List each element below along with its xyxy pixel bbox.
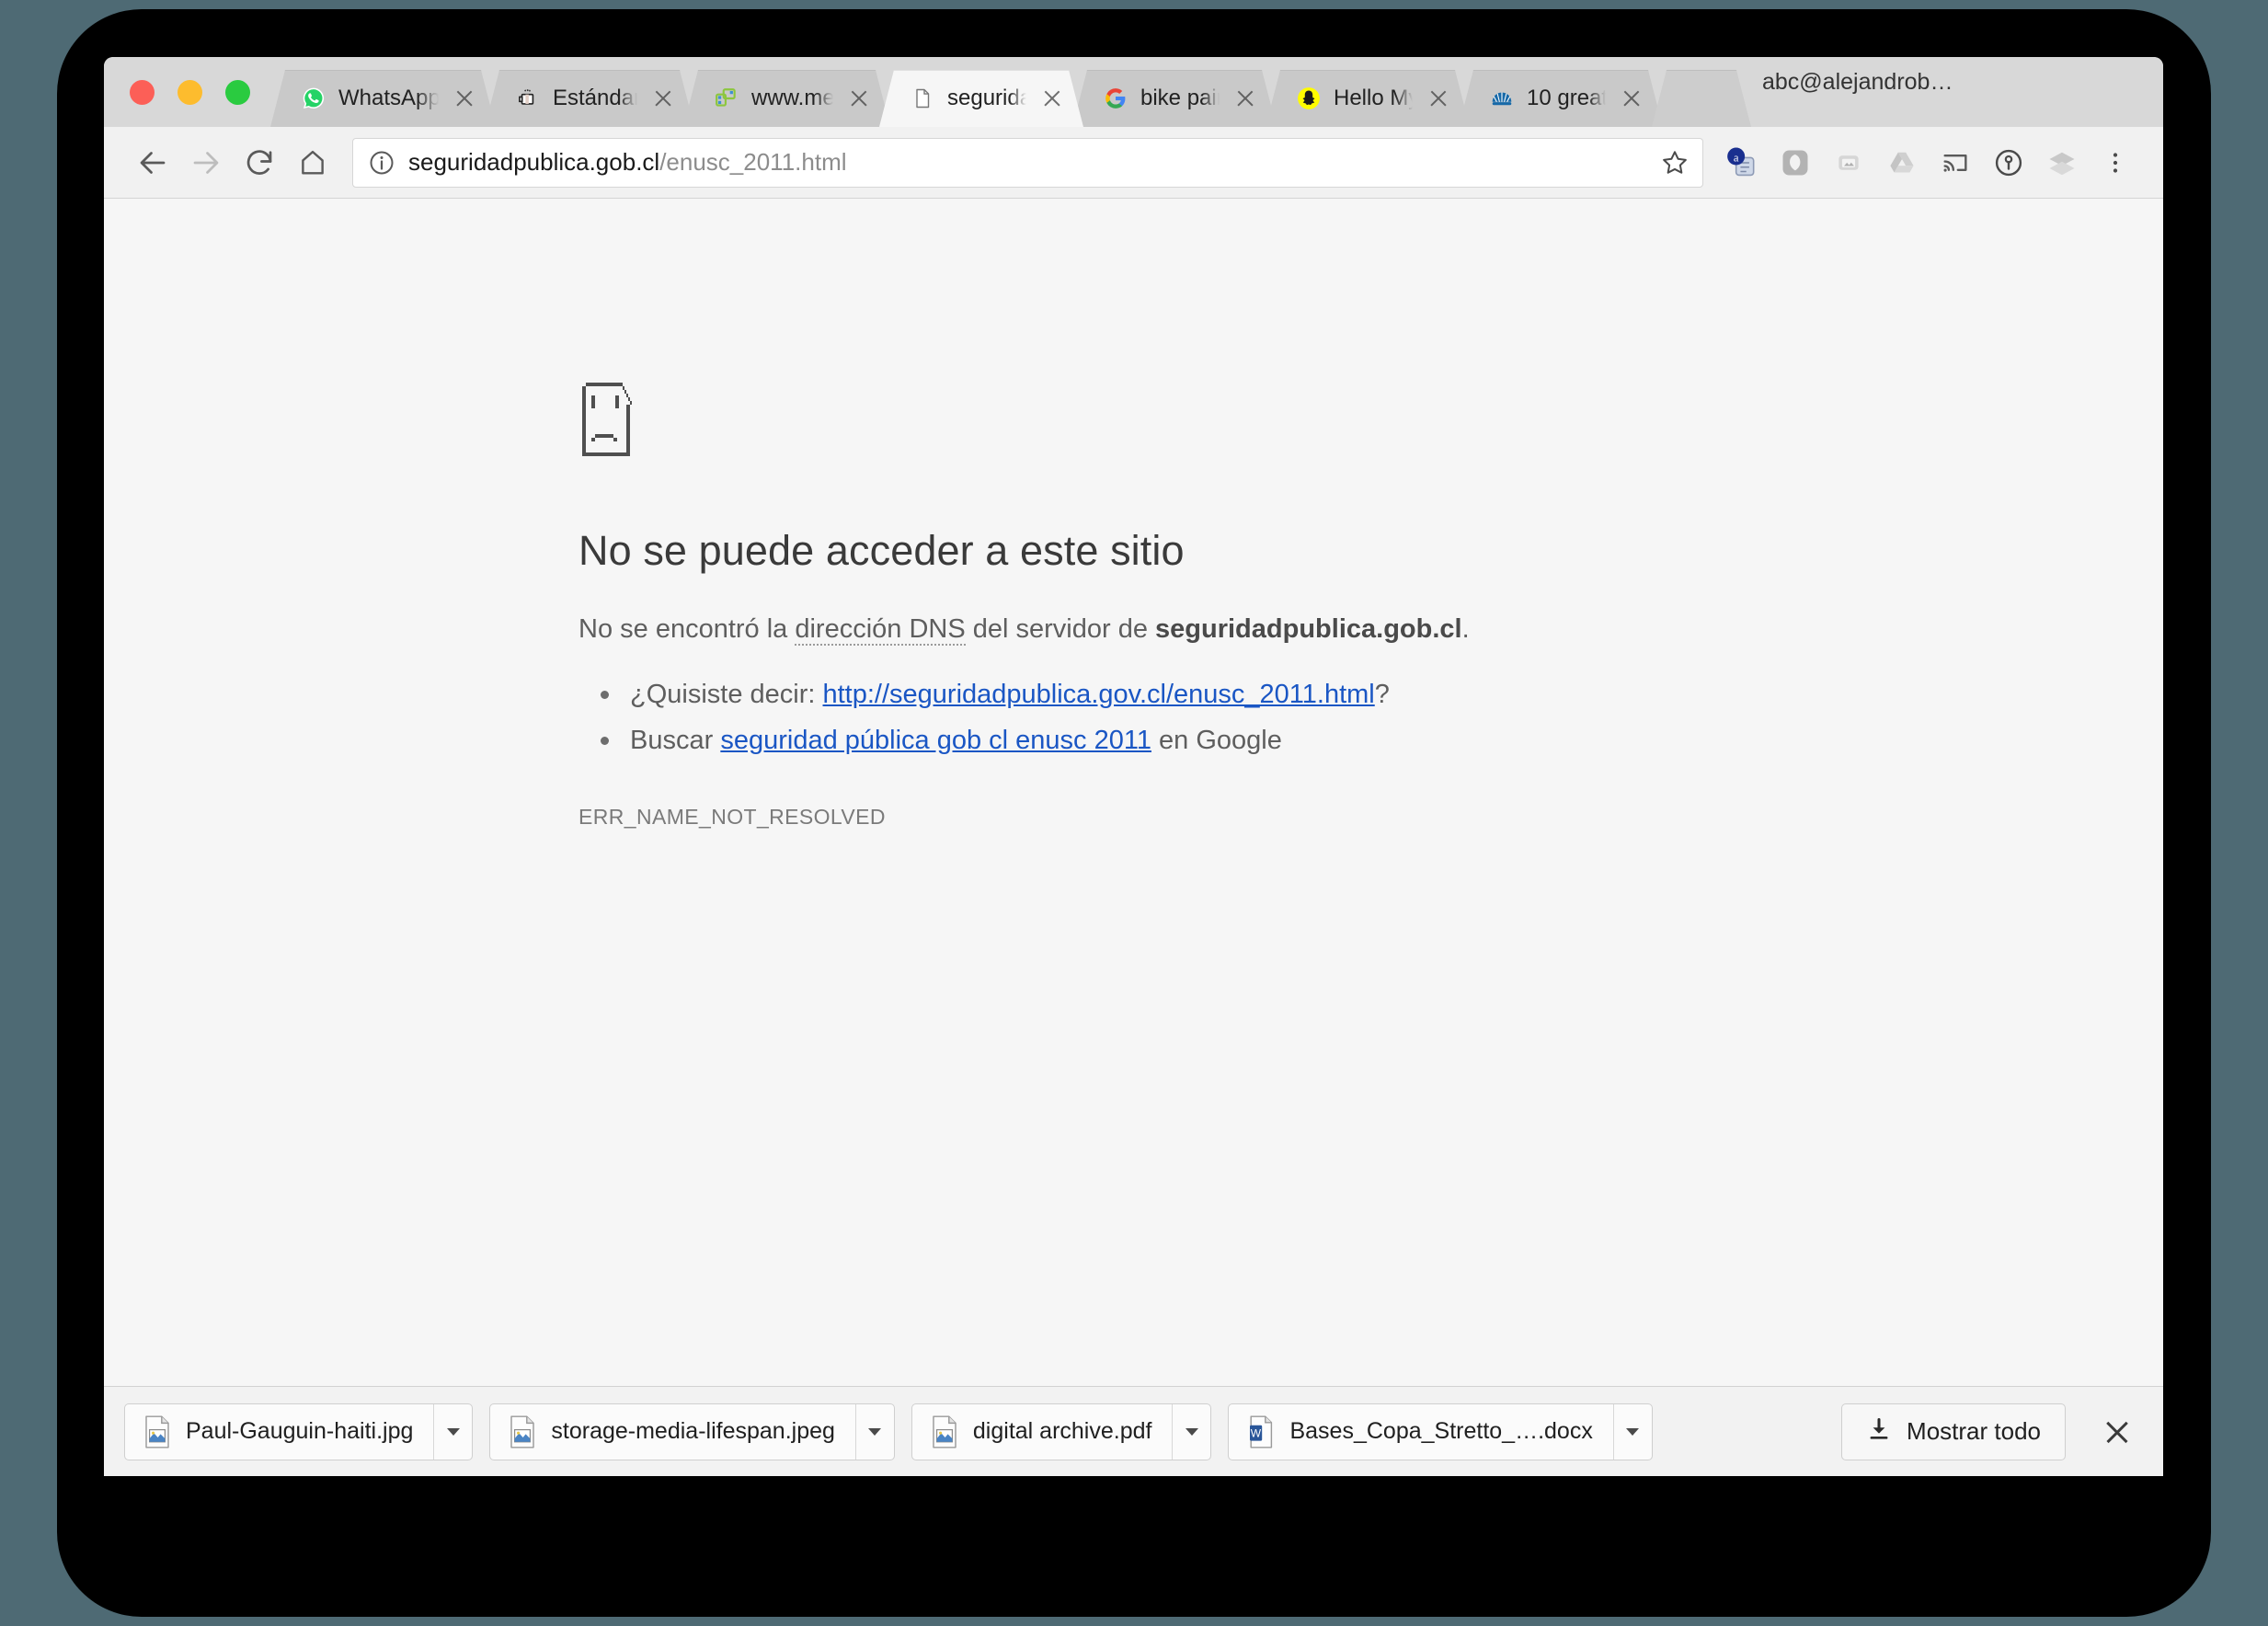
generic-page-icon [911, 86, 934, 110]
sad-page-icon [578, 379, 1774, 464]
download-item[interactable]: digital archive.pdf [911, 1403, 1212, 1460]
suggestion-suffix: ? [1374, 680, 1390, 710]
download-filename: Bases_Copa_Stretto_….docx [1289, 1418, 1593, 1444]
tab-title: seguridadpu [947, 86, 1026, 110]
snapchat-ghost-icon [1297, 86, 1321, 110]
close-tab-button[interactable] [650, 86, 676, 111]
tab-title: WhatsApp [338, 86, 439, 110]
word-file-icon: W [1245, 1414, 1277, 1449]
address-bar-text[interactable]: seguridadpublica.gob.cl/enusc_2011.html [408, 148, 1647, 177]
image-file-icon [507, 1414, 538, 1449]
bookmark-star-icon[interactable] [1660, 148, 1690, 177]
download-filename: digital archive.pdf [972, 1418, 1152, 1444]
suggested-url-link[interactable]: http://seguridadpublica.gov.cl/enusc_201… [823, 680, 1375, 709]
download-item[interactable]: W Bases_Copa_Stretto_….docx [1228, 1403, 1653, 1460]
translate-extension-icon[interactable]: a [1718, 139, 1766, 187]
tab-whatsapp[interactable]: WhatsApp [270, 70, 496, 127]
mercado-libre-icon [715, 86, 739, 110]
error-heading: No se puede acceder a este sitio [578, 527, 1185, 574]
chrome-menu-button[interactable] [2091, 139, 2139, 187]
svg-text:W: W [1251, 1426, 1262, 1439]
whatsapp-icon [302, 86, 326, 110]
download-filename: Paul-Gauguin-haiti.jpg [186, 1418, 414, 1444]
info-circle-icon[interactable] [368, 149, 395, 177]
image-file-icon [929, 1414, 960, 1449]
close-tab-button[interactable] [846, 86, 872, 111]
close-tab-button[interactable] [1619, 86, 1644, 111]
maximize-window-button[interactable] [225, 79, 250, 105]
minimize-window-button[interactable] [178, 79, 202, 105]
show-all-label: Mostrar todo [1907, 1417, 2041, 1445]
tab-title: www.mercad [751, 86, 833, 110]
google-search-link[interactable]: seguridad pública gob cl enusc 2011 [720, 726, 1151, 755]
onepassword-icon[interactable] [1985, 139, 2033, 187]
suggestion-search-google: Buscar seguridad pública gob cl enusc 20… [601, 718, 1774, 764]
shield-extension-icon[interactable] [1771, 139, 1819, 187]
svg-text:a: a [1734, 151, 1739, 164]
address-bar-domain: seguridadpublica.gob.cl [408, 148, 660, 176]
downloads-bar: Paul-Gauguin-haiti.jpg storage-media-lif… [104, 1386, 2163, 1476]
screenshot-extension-icon[interactable] [1825, 139, 1873, 187]
google-drive-icon[interactable] [1878, 139, 1926, 187]
tab-10-great-ways[interactable]: 10 great way [1459, 70, 1663, 127]
suggestion-suffix: en Google [1151, 725, 1282, 755]
tab-mercadolibre[interactable]: www.mercad [683, 70, 890, 127]
close-tab-button[interactable] [1232, 86, 1258, 111]
tab-strip: WhatsApp Estándares C [104, 57, 2163, 127]
download-filename: storage-media-lifespan.jpeg [551, 1418, 835, 1444]
tab-title: 10 great way [1527, 86, 1606, 110]
window-controls [104, 57, 270, 127]
cast-icon[interactable] [1931, 139, 1979, 187]
close-tab-button[interactable] [1039, 86, 1065, 111]
summary-text-middle: del servidor de [965, 614, 1156, 644]
error-container: No se puede acceder a este sitio No se e… [578, 379, 1774, 830]
download-item[interactable]: storage-media-lifespan.jpeg [489, 1403, 895, 1460]
show-all-downloads-button[interactable]: Mostrar todo [1841, 1403, 2066, 1460]
summary-text-after: . [1461, 614, 1470, 644]
new-tab-shape [1652, 70, 1751, 127]
browser-window: WhatsApp Estándares C [104, 57, 2163, 1476]
dns-term: dirección DNS [795, 614, 966, 646]
tab-title: bike paint my [1140, 86, 1220, 110]
summary-domain: seguridadpublica.gob.cl [1155, 614, 1462, 644]
address-bar[interactable]: seguridadpublica.gob.cl/enusc_2011.html [352, 137, 1703, 188]
browser-toolbar: seguridadpublica.gob.cl/enusc_2011.html … [104, 127, 2163, 199]
layers-extension-icon[interactable] [2038, 139, 2086, 187]
new-tab-button[interactable] [1652, 70, 1751, 127]
reload-button[interactable] [233, 136, 286, 189]
image-file-icon [142, 1414, 173, 1449]
download-item[interactable]: Paul-Gauguin-haiti.jpg [124, 1403, 474, 1460]
download-menu-button[interactable] [433, 1403, 472, 1460]
back-button[interactable] [126, 136, 179, 189]
suggestion-prefix: ¿Quisiste decir: [630, 680, 823, 710]
profile-name-label[interactable]: abc@alejandrob… [1755, 69, 1953, 116]
tab-bike-paint[interactable]: bike paint my [1072, 70, 1277, 127]
close-tab-button[interactable] [1426, 86, 1451, 111]
download-menu-button[interactable] [1612, 1403, 1652, 1460]
coffee-cup-icon [516, 86, 540, 110]
close-window-button[interactable] [130, 79, 155, 105]
error-code: ERR_NAME_NOT_RESOLVED [578, 804, 886, 829]
home-button[interactable] [286, 136, 339, 189]
suggestion-did-you-mean: ¿Quisiste decir: http://seguridadpublica… [601, 672, 1774, 718]
helmet-icon [1490, 86, 1514, 110]
tab-title: Estándares C [553, 86, 637, 110]
suggestion-prefix: Buscar [630, 725, 721, 755]
google-icon [1104, 86, 1128, 110]
tab-title: Hello My Nam [1334, 86, 1413, 110]
tab-seguridadpublica[interactable]: seguridadpu [879, 70, 1083, 127]
error-summary: No se encontró la dirección DNS del serv… [578, 610, 1774, 648]
download-arrow-icon [1866, 1416, 1892, 1447]
tab-estandares[interactable]: Estándares C [485, 70, 694, 127]
tab-hello-my-name[interactable]: Hello My Nam [1266, 70, 1470, 127]
address-bar-path: /enusc_2011.html [659, 148, 847, 176]
summary-text-before: No se encontró la [578, 614, 796, 644]
forward-button [179, 136, 233, 189]
download-menu-button[interactable] [1172, 1403, 1210, 1460]
page-viewport: No se puede acceder a este sitio No se e… [104, 199, 2163, 1386]
close-tab-button[interactable] [452, 86, 477, 111]
download-menu-button[interactable] [854, 1403, 894, 1460]
close-downloads-bar-button[interactable] [2095, 1410, 2139, 1454]
suggestion-list: ¿Quisiste decir: http://seguridadpublica… [578, 672, 1774, 764]
